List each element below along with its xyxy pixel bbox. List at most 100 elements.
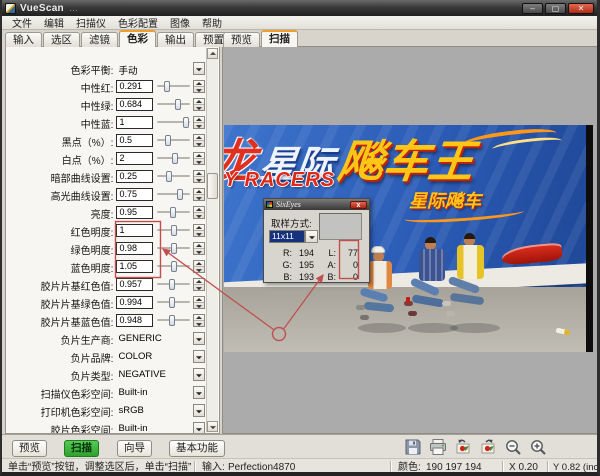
slider-thumb[interactable] [164,81,171,92]
menu-item-4[interactable]: 图像 [164,15,196,30]
setting-slider[interactable] [157,206,191,219]
sixeyes-popup[interactable]: SixEyes x 取样方式: 11x11 R: 194 L: 77 G: 195 A: 0 B… [263,198,370,283]
menu-item-2[interactable]: 扫描仪 [70,15,112,30]
slider-thumb[interactable] [169,207,176,218]
slider-thumb[interactable] [182,117,189,128]
tab-left_tabs-2[interactable]: 滤镜 [81,32,118,47]
menu-item-1[interactable]: 编辑 [38,15,70,30]
slider-thumb[interactable] [170,225,177,236]
combo-arrow-icon[interactable] [193,422,206,433]
slider-thumb[interactable] [171,261,178,272]
setting-value-input[interactable]: 0.957 [116,278,154,291]
combo-arrow-icon[interactable] [193,404,206,417]
setting-slider[interactable] [157,314,191,327]
setting-slider[interactable] [157,224,191,237]
action-button-3[interactable]: 基本功能 [169,440,225,457]
setting-slider[interactable] [157,260,191,273]
combo-arrow-icon[interactable] [193,62,206,75]
slider-thumb[interactable] [168,279,175,290]
menu-item-3[interactable]: 色彩配置 [112,15,164,30]
combo-arrow-icon[interactable] [193,386,206,399]
setting-slider[interactable] [157,116,191,129]
setting-select-value[interactable]: 手动 [118,63,137,77]
setting-slider[interactable] [157,170,191,183]
setting-value-input[interactable]: 0.684 [116,98,154,111]
setting-spinner[interactable] [193,242,206,255]
popup-titlebar[interactable]: SixEyes x [264,199,369,210]
setting-spinner[interactable] [193,296,206,309]
setting-spinner[interactable] [193,134,206,147]
setting-spinner[interactable] [193,224,206,237]
spin-down-icon[interactable] [194,248,205,254]
action-button-1[interactable]: 扫描 [64,440,99,457]
spin-down-icon[interactable] [194,176,205,182]
zoom-in-icon[interactable] [529,438,547,456]
setting-value-input[interactable]: 0.95 [116,206,154,219]
setting-value-input[interactable]: 0.98 [116,242,154,255]
tab-left_tabs-4[interactable]: 输出 [157,32,194,47]
setting-select-value[interactable]: sRGB [118,405,143,416]
setting-slider[interactable] [157,152,191,165]
rotate-right-icon[interactable] [479,438,497,456]
setting-value-input[interactable]: 1.05 [116,260,154,273]
setting-spinner[interactable] [193,314,206,327]
scroll-up-icon[interactable] [207,48,218,59]
setting-select-value[interactable]: Built-in [118,387,147,398]
setting-slider[interactable] [157,98,191,111]
combo-arrow-icon[interactable] [193,350,206,363]
spin-down-icon[interactable] [194,320,205,326]
rotate-left-icon[interactable] [454,438,472,456]
scroll-thumb[interactable] [207,173,218,199]
setting-spinner[interactable] [193,206,206,219]
maximize-icon[interactable]: ▢ [545,2,566,14]
spin-down-icon[interactable] [194,194,205,200]
spin-down-icon[interactable] [194,122,205,128]
setting-spinner[interactable] [193,188,206,201]
slider-thumb[interactable] [174,99,181,110]
slider-thumb[interactable] [172,153,179,164]
setting-spinner[interactable] [193,278,206,291]
setting-value-input[interactable]: 0.5 [116,134,154,147]
tab-left_tabs-1[interactable]: 选区 [43,32,80,47]
menu-item-5[interactable]: 帮助 [196,15,228,30]
setting-value-input[interactable]: 0.291 [116,80,154,93]
setting-value-input[interactable]: 0.75 [116,188,154,201]
setting-slider[interactable] [157,278,191,291]
setting-value-input[interactable]: 2 [116,152,154,165]
sample-size-combo-arrow-icon[interactable] [305,230,318,243]
setting-select-value[interactable]: NEGATIVE [118,369,165,380]
setting-spinner[interactable] [193,80,206,93]
settings-scrollbar[interactable] [206,48,218,432]
menu-item-0[interactable]: 文件 [6,15,38,30]
slider-thumb[interactable] [165,135,172,146]
spin-down-icon[interactable] [194,212,205,218]
setting-value-input[interactable]: 0.994 [116,296,154,309]
setting-spinner[interactable] [193,260,206,273]
setting-slider[interactable] [157,296,191,309]
setting-spinner[interactable] [193,98,206,111]
tab-right_tabs-1[interactable]: 扫描 [261,30,298,47]
setting-value-input[interactable]: 0.948 [116,314,154,327]
tab-right_tabs-0[interactable]: 预览 [223,32,260,47]
zoom-out-icon[interactable] [504,438,522,456]
combo-arrow-icon[interactable] [193,368,206,381]
tab-left_tabs-3[interactable]: 色彩 [119,30,156,47]
spin-down-icon[interactable] [194,86,205,92]
print-icon[interactable] [429,438,447,456]
setting-spinner[interactable] [193,116,206,129]
setting-slider[interactable] [157,134,191,147]
slider-thumb[interactable] [166,171,172,182]
setting-select-value[interactable]: GENERIC [118,333,161,344]
action-button-2[interactable]: 向导 [117,440,152,457]
scroll-down-icon[interactable] [207,421,218,432]
slider-thumb[interactable] [170,243,177,254]
sample-size-select[interactable]: 11x11 [269,230,305,243]
combo-arrow-icon[interactable] [193,332,206,345]
slider-thumb[interactable] [168,297,175,308]
slider-thumb[interactable] [176,189,183,200]
popup-close-icon[interactable]: x [350,200,367,209]
spin-down-icon[interactable] [194,104,205,110]
spin-down-icon[interactable] [194,230,205,236]
setting-select-value[interactable]: Built-in [118,423,147,433]
setting-slider[interactable] [157,188,191,201]
